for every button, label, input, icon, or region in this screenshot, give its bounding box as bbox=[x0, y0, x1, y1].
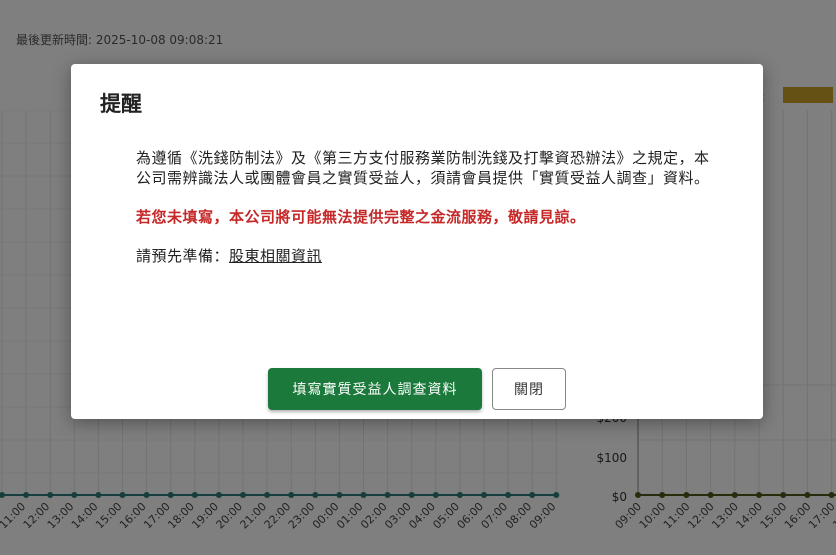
reminder-dialog: 提醒 為遵循《洗錢防制法》及《第三方支付服務業防制洗錢及打擊資恐辦法》之規定，本… bbox=[71, 64, 763, 419]
prepare-prefix: 請預先準備： bbox=[136, 247, 230, 265]
fill-survey-button[interactable]: 填寫實質受益人調查資料 bbox=[268, 368, 482, 410]
dialog-body: 為遵循《洗錢防制法》及《第三方支付服務業防制洗錢及打擊資恐辦法》之規定，本公司需… bbox=[136, 148, 721, 285]
shareholder-info-link[interactable]: 股東相關資訊 bbox=[229, 247, 322, 265]
warning-text: 若您未填寫，本公司將可能無法提供完整之金流服務，敬請見諒。 bbox=[136, 208, 586, 226]
close-button[interactable]: 關閉 bbox=[492, 368, 566, 410]
dialog-title: 提醒 bbox=[100, 92, 142, 116]
aml-notice-text: 為遵循《洗錢防制法》及《第三方支付服務業防制洗錢及打擊資恐辦法》之規定，本公司需… bbox=[136, 149, 710, 187]
prepare-text: 請預先準備：股東相關資訊 bbox=[136, 246, 721, 266]
